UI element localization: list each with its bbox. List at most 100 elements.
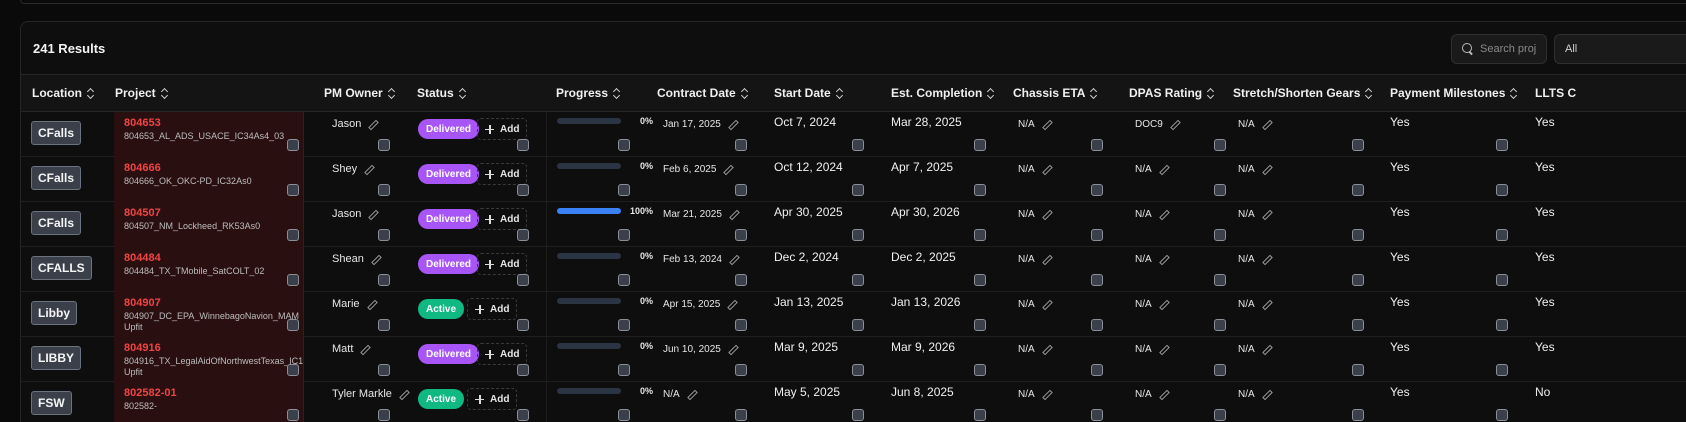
row-checkbox[interactable]	[735, 229, 747, 241]
column-header-start-date[interactable]: Start Date	[774, 86, 844, 100]
row-checkbox[interactable]	[852, 319, 864, 331]
row-checkbox[interactable]	[378, 409, 390, 421]
row-checkbox[interactable]	[735, 184, 747, 196]
row-checkbox[interactable]	[1352, 184, 1364, 196]
status-badge[interactable]: Delivered	[418, 344, 480, 364]
column-header-dpas-rating[interactable]: DPAS Rating	[1129, 86, 1215, 100]
row-checkbox[interactable]	[1352, 319, 1364, 331]
filter-select[interactable]: All	[1554, 34, 1686, 64]
pencil-icon[interactable]	[1261, 254, 1271, 264]
location-button[interactable]: FSW	[31, 391, 72, 415]
pencil-icon[interactable]	[728, 209, 738, 219]
project-cell[interactable]: 802582-01 802582-	[114, 382, 304, 422]
status-badge[interactable]: Delivered	[418, 119, 480, 139]
pencil-icon[interactable]	[727, 119, 737, 129]
row-checkbox[interactable]	[378, 229, 390, 241]
row-checkbox[interactable]	[618, 319, 630, 331]
pencil-icon[interactable]	[728, 254, 738, 264]
project-number[interactable]: 804666	[124, 162, 161, 174]
row-checkbox[interactable]	[1352, 409, 1364, 421]
pencil-icon[interactable]	[359, 344, 369, 354]
row-checkbox[interactable]	[1352, 139, 1364, 151]
row-checkbox[interactable]	[852, 139, 864, 151]
column-header-stretch-shorten-gears[interactable]: Stretch/Shorten Gears	[1233, 86, 1373, 100]
table-row[interactable]: CFalls 804507 804507_NM_Lockheed_RK53As0…	[21, 202, 1686, 247]
column-header-chassis-eta[interactable]: Chassis ETA	[1013, 86, 1098, 100]
row-checkbox[interactable]	[974, 184, 986, 196]
row-checkbox[interactable]	[735, 139, 747, 151]
status-badge[interactable]: Delivered	[418, 164, 480, 184]
row-checkbox[interactable]	[1214, 274, 1226, 286]
table-row[interactable]: LIBBY 804916 804916_TX_LegalAidOfNorthwe…	[21, 337, 1686, 382]
project-number[interactable]: 802582-01	[124, 387, 177, 399]
row-checkbox[interactable]	[735, 274, 747, 286]
row-checkbox[interactable]	[287, 229, 299, 241]
pencil-icon[interactable]	[727, 344, 737, 354]
status-badge[interactable]: Delivered	[418, 209, 480, 229]
row-checkbox[interactable]	[974, 319, 986, 331]
column-header-status[interactable]: Status	[417, 86, 467, 100]
pencil-icon[interactable]	[367, 209, 377, 219]
location-button[interactable]: CFalls	[31, 121, 82, 145]
row-checkbox[interactable]	[1091, 364, 1103, 376]
add-status-button[interactable]: Add	[477, 163, 528, 185]
project-number[interactable]: 804507	[124, 207, 161, 219]
row-checkbox[interactable]	[1496, 409, 1508, 421]
project-cell[interactable]: 804507 804507_NM_Lockheed_RK53As0	[114, 202, 304, 247]
row-checkbox[interactable]	[618, 184, 630, 196]
row-checkbox[interactable]	[974, 409, 986, 421]
status-badge[interactable]: Delivered	[418, 254, 480, 274]
column-header-progress[interactable]: Progress	[556, 86, 621, 100]
pencil-icon[interactable]	[686, 389, 696, 399]
pencil-icon[interactable]	[1041, 344, 1051, 354]
row-checkbox[interactable]	[852, 274, 864, 286]
row-checkbox[interactable]	[287, 409, 299, 421]
row-checkbox[interactable]	[618, 364, 630, 376]
row-checkbox[interactable]	[618, 274, 630, 286]
project-cell[interactable]: 804666 804666_OK_OKC-PD_IC32As0	[114, 157, 304, 202]
row-checkbox[interactable]	[1352, 364, 1364, 376]
row-checkbox[interactable]	[287, 274, 299, 286]
row-checkbox[interactable]	[1496, 364, 1508, 376]
pencil-icon[interactable]	[1169, 119, 1179, 129]
row-checkbox[interactable]	[378, 364, 390, 376]
row-checkbox[interactable]	[378, 139, 390, 151]
row-checkbox[interactable]	[517, 184, 529, 196]
add-status-button[interactable]: Add	[477, 208, 528, 230]
row-checkbox[interactable]	[618, 409, 630, 421]
row-checkbox[interactable]	[1214, 139, 1226, 151]
location-button[interactable]: CFalls	[31, 166, 82, 190]
pencil-icon[interactable]	[1261, 119, 1271, 129]
row-checkbox[interactable]	[1091, 319, 1103, 331]
row-checkbox[interactable]	[852, 409, 864, 421]
add-status-button[interactable]: Add	[467, 388, 518, 410]
row-checkbox[interactable]	[852, 364, 864, 376]
row-checkbox[interactable]	[1214, 319, 1226, 331]
pencil-icon[interactable]	[398, 389, 408, 399]
row-checkbox[interactable]	[618, 229, 630, 241]
row-checkbox[interactable]	[1091, 274, 1103, 286]
row-checkbox[interactable]	[287, 364, 299, 376]
project-cell[interactable]: 804916 804916_TX_LegalAidOfNorthwestTexa…	[114, 337, 304, 382]
column-header-pm-owner[interactable]: PM Owner	[324, 86, 396, 100]
pencil-icon[interactable]	[1041, 254, 1051, 264]
location-button[interactable]: CFalls	[31, 211, 82, 235]
row-checkbox[interactable]	[517, 319, 529, 331]
row-checkbox[interactable]	[735, 364, 747, 376]
pencil-icon[interactable]	[1261, 209, 1271, 219]
project-number[interactable]: 804916	[124, 342, 161, 354]
add-status-button[interactable]: Add	[467, 298, 518, 320]
table-row[interactable]: CFalls 804666 804666_OK_OKC-PD_IC32As0 S…	[21, 157, 1686, 202]
pencil-icon[interactable]	[363, 164, 373, 174]
row-checkbox[interactable]	[974, 139, 986, 151]
row-checkbox[interactable]	[735, 319, 747, 331]
row-checkbox[interactable]	[517, 409, 529, 421]
pencil-icon[interactable]	[1261, 164, 1271, 174]
table-row[interactable]: CFalls 804653 804653_AL_ADS_USACE_IC34As…	[21, 112, 1686, 157]
row-checkbox[interactable]	[1352, 274, 1364, 286]
add-status-button[interactable]: Add	[477, 343, 528, 365]
column-header-est-completion[interactable]: Est. Completion	[891, 86, 995, 100]
pencil-icon[interactable]	[1261, 389, 1271, 399]
column-header-payment-milestones[interactable]: Payment Milestones	[1390, 86, 1518, 100]
row-checkbox[interactable]	[1214, 229, 1226, 241]
